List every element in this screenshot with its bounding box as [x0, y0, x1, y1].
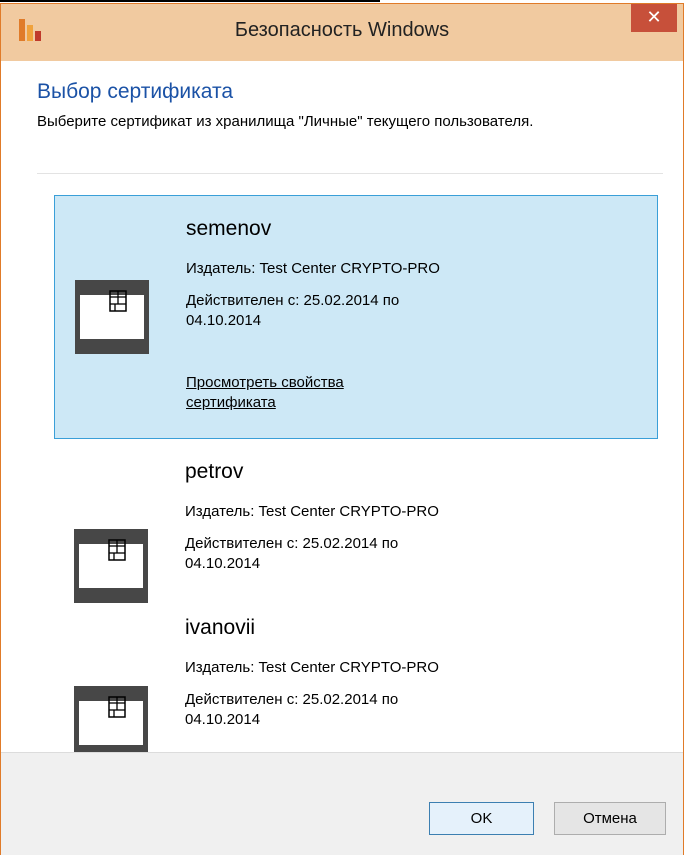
- certificate-item-ivanovii[interactable]: ivanovii Издатель: Test Center CRYPTO-PR…: [54, 606, 658, 760]
- titlebar[interactable]: Безопасность Windows ✕: [1, 4, 683, 61]
- dialog-heading: Выбор сертификата: [37, 80, 234, 103]
- certificate-validity: Действителен с: 25.02.2014 по 04.10.2014: [186, 292, 400, 329]
- certificate-name: semenov: [186, 217, 272, 240]
- certificate-item-semenov[interactable]: semenov Издатель: Test Center CRYPTO-PRO…: [54, 195, 658, 439]
- security-dialog: Безопасность Windows ✕ Выбор сертификата…: [0, 3, 684, 855]
- certificate-issuer: Издатель: Test Center CRYPTO-PRO: [185, 659, 439, 676]
- separator: [37, 173, 663, 174]
- certificate-issuer: Издатель: Test Center CRYPTO-PRO: [186, 260, 440, 277]
- certificate-validity: Действителен с: 25.02.2014 по 04.10.2014: [185, 691, 399, 728]
- dialog-description: Выберите сертификат из хранилища "Личные…: [37, 113, 534, 130]
- cancel-button[interactable]: Отмена: [554, 802, 666, 835]
- certificate-issuer: Издатель: Test Center CRYPTO-PRO: [185, 503, 439, 520]
- certificate-validity: Действителен с: 25.02.2014 по 04.10.2014: [185, 535, 399, 572]
- ok-button[interactable]: OK: [429, 802, 534, 835]
- certificate-name: ivanovii: [185, 616, 256, 639]
- certificate-name: petrov: [185, 460, 244, 483]
- certificate-item-petrov[interactable]: petrov Издатель: Test Center CRYPTO-PRO …: [54, 449, 658, 603]
- certificate-card-icon: [74, 686, 148, 760]
- top-edge-line: [0, 0, 380, 2]
- certificate-card-icon: [75, 280, 149, 354]
- certificate-card-icon: [74, 529, 148, 603]
- view-certificate-properties-link[interactable]: Просмотреть свойства сертификата: [186, 373, 426, 413]
- window-title: Безопасность Windows: [234, 19, 450, 41]
- dialog-footer: OK Отмена: [1, 752, 683, 855]
- dialog-content: Выбор сертификата Выберите сертификат из…: [1, 61, 683, 760]
- close-button[interactable]: ✕: [631, 4, 677, 32]
- close-icon: ✕: [646, 7, 662, 27]
